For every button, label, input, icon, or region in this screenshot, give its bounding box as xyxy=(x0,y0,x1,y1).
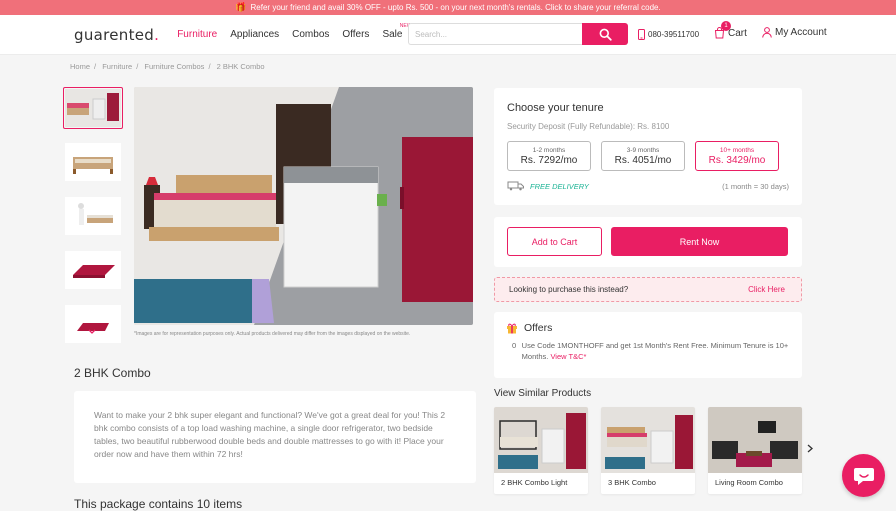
nav-furniture[interactable]: Furniture xyxy=(177,29,217,40)
nav-combos[interactable]: Combos xyxy=(292,29,329,40)
phone-icon xyxy=(638,29,645,40)
breadcrumb-home[interactable]: Home xyxy=(70,62,90,71)
product-description: Want to make your 2 bhk super elegant an… xyxy=(74,391,476,483)
tenure-option-3-9[interactable]: 3-9 months Rs. 4051/mo xyxy=(601,141,685,171)
chat-icon xyxy=(853,467,874,485)
chevron-down-icon[interactable] xyxy=(88,327,96,336)
package-title: This package contains 10 items xyxy=(74,497,243,511)
cart-link[interactable]: 1 Cart xyxy=(714,21,747,39)
thumbnail-bed[interactable] xyxy=(63,141,123,183)
offer-item: 0 Use Code 1MONTHOFF and get 1st Month's… xyxy=(512,341,789,361)
header: guarented. Furniture Appliances Combos O… xyxy=(0,15,896,55)
gift-icon xyxy=(507,323,517,334)
view-tc-link[interactable]: View T&C* xyxy=(550,352,586,361)
chat-button[interactable] xyxy=(842,454,885,497)
purchase-text: Looking to purchase this instead? xyxy=(509,285,629,294)
gift-icon: 🎁 xyxy=(235,2,247,12)
search-input[interactable]: Search... xyxy=(408,23,583,45)
truck-icon xyxy=(507,181,524,191)
thumbnail-combo[interactable] xyxy=(63,87,123,129)
tenure-option-10-plus[interactable]: 10+ months Rs. 3429/mo xyxy=(695,141,779,171)
tenure-title: Choose your tenure xyxy=(507,102,604,114)
add-to-cart-button[interactable]: Add to Cart xyxy=(507,227,602,256)
thumbnail-bed-side[interactable] xyxy=(63,195,123,237)
image-disclaimer: *Images are for representation purposes … xyxy=(134,331,411,337)
promo-bar[interactable]: 🎁 Refer your friend and avail 30% OFF - … xyxy=(0,0,896,15)
breadcrumb-current: 2 BHK Combo xyxy=(216,62,265,71)
promo-text: Refer your friend and avail 30% OFF - up… xyxy=(250,3,661,12)
purchase-link[interactable]: Click Here xyxy=(748,285,785,294)
offers-title: Offers xyxy=(506,322,790,334)
nav-offers[interactable]: Offers xyxy=(342,29,369,40)
tenure-panel: Choose your tenure Security Deposit (Ful… xyxy=(494,88,802,205)
chevron-right-icon[interactable] xyxy=(807,444,813,456)
nav-sale[interactable]: Sale NEW xyxy=(382,23,411,40)
main-nav: Furniture Appliances Combos Offers Sale N… xyxy=(177,23,411,40)
security-deposit: Security Deposit (Fully Refundable): Rs.… xyxy=(507,122,670,131)
breadcrumb-furniture-combos[interactable]: Furniture Combos xyxy=(144,62,204,71)
delivery-row: FREE DELIVERY (1 month = 30 days) xyxy=(507,181,789,191)
product-title: 2 BHK Combo xyxy=(74,366,151,380)
breadcrumb-furniture[interactable]: Furniture xyxy=(102,62,132,71)
offers-panel: Offers 0 Use Code 1MONTHOFF and get 1st … xyxy=(494,312,802,378)
search-icon xyxy=(599,28,612,41)
user-icon xyxy=(762,27,772,38)
thumbnail-list xyxy=(63,87,123,357)
similar-product-card[interactable]: 3 BHK Combo xyxy=(601,407,695,494)
nav-appliances[interactable]: Appliances xyxy=(230,29,279,40)
breadcrumb: Home / Furniture / Furniture Combos/ 2 BHK… xyxy=(70,62,265,71)
rent-now-button[interactable]: Rent Now xyxy=(611,227,788,256)
month-note: (1 month = 30 days) xyxy=(722,181,789,191)
logo[interactable]: guarented. xyxy=(74,26,159,44)
similar-product-card[interactable]: 2 BHK Combo Light xyxy=(494,407,588,494)
my-account-link[interactable]: My Account xyxy=(762,27,827,38)
thumbnail-mattress-2[interactable] xyxy=(63,303,123,345)
similar-product-card[interactable]: Living Room Combo xyxy=(708,407,802,494)
cart-count-badge: 1 xyxy=(721,21,731,31)
thumbnail-mattress[interactable] xyxy=(63,249,123,291)
similar-products-list: 2 BHK Combo Light 3 BHK Combo Living Roo… xyxy=(494,407,802,494)
similar-products-title: View Similar Products xyxy=(494,388,592,399)
purchase-banner: Looking to purchase this instead? Click … xyxy=(494,277,802,302)
phone-contact[interactable]: 080-39511700 xyxy=(638,29,699,40)
main-product-image[interactable] xyxy=(134,87,473,325)
tenure-option-1-2[interactable]: 1-2 months Rs. 7292/mo xyxy=(507,141,591,171)
tenure-options: 1-2 months Rs. 7292/mo 3-9 months Rs. 40… xyxy=(507,141,789,171)
action-panel: Add to Cart Rent Now xyxy=(494,217,802,267)
free-delivery: FREE DELIVERY xyxy=(507,181,589,191)
search-button[interactable] xyxy=(582,23,628,45)
